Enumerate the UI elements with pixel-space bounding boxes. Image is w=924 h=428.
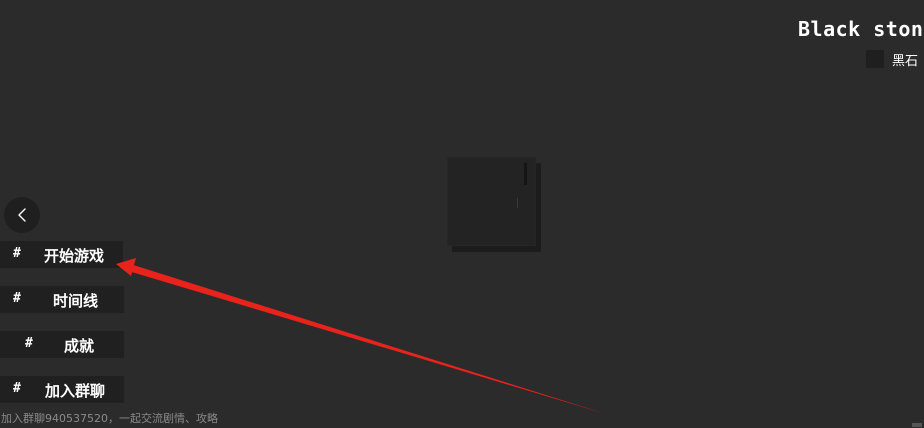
arrow-shaft [125,263,606,414]
hash-icon: # [13,291,21,306]
achievements-label: 成就 [64,337,95,355]
stone-notch [524,163,527,185]
item-name: 黑石 [892,53,919,69]
item-row: 黑石 [866,49,918,69]
item-title: Black stone [798,17,924,41]
join-group-label: 加入群聊 [45,382,106,400]
start-game-label: 开始游戏 [44,247,105,265]
start-game-button[interactable]: # 开始游戏 [0,241,123,268]
timeline-label: 时间线 [53,292,99,310]
stone-mark [517,198,518,208]
black-stone-block[interactable] [447,157,541,252]
back-button[interactable] [4,197,40,233]
hash-icon: # [13,381,21,396]
stone-face [447,157,536,246]
corner-mark [912,423,922,427]
black-stone-swatch [866,50,884,68]
game-screen: Black stone 黑石 # 开始游戏 # 时间线 # 成就 # 加入群聊 … [0,0,924,428]
hash-icon: # [25,336,33,351]
footer-text: 加入群聊940537520，一起交流剧情、攻略 [1,412,218,425]
join-group-button[interactable]: # 加入群聊 [0,376,124,403]
achievements-button[interactable]: # 成就 [0,331,124,358]
chevron-left-icon [18,208,26,222]
hash-icon: # [13,246,21,261]
timeline-button[interactable]: # 时间线 [0,286,124,313]
